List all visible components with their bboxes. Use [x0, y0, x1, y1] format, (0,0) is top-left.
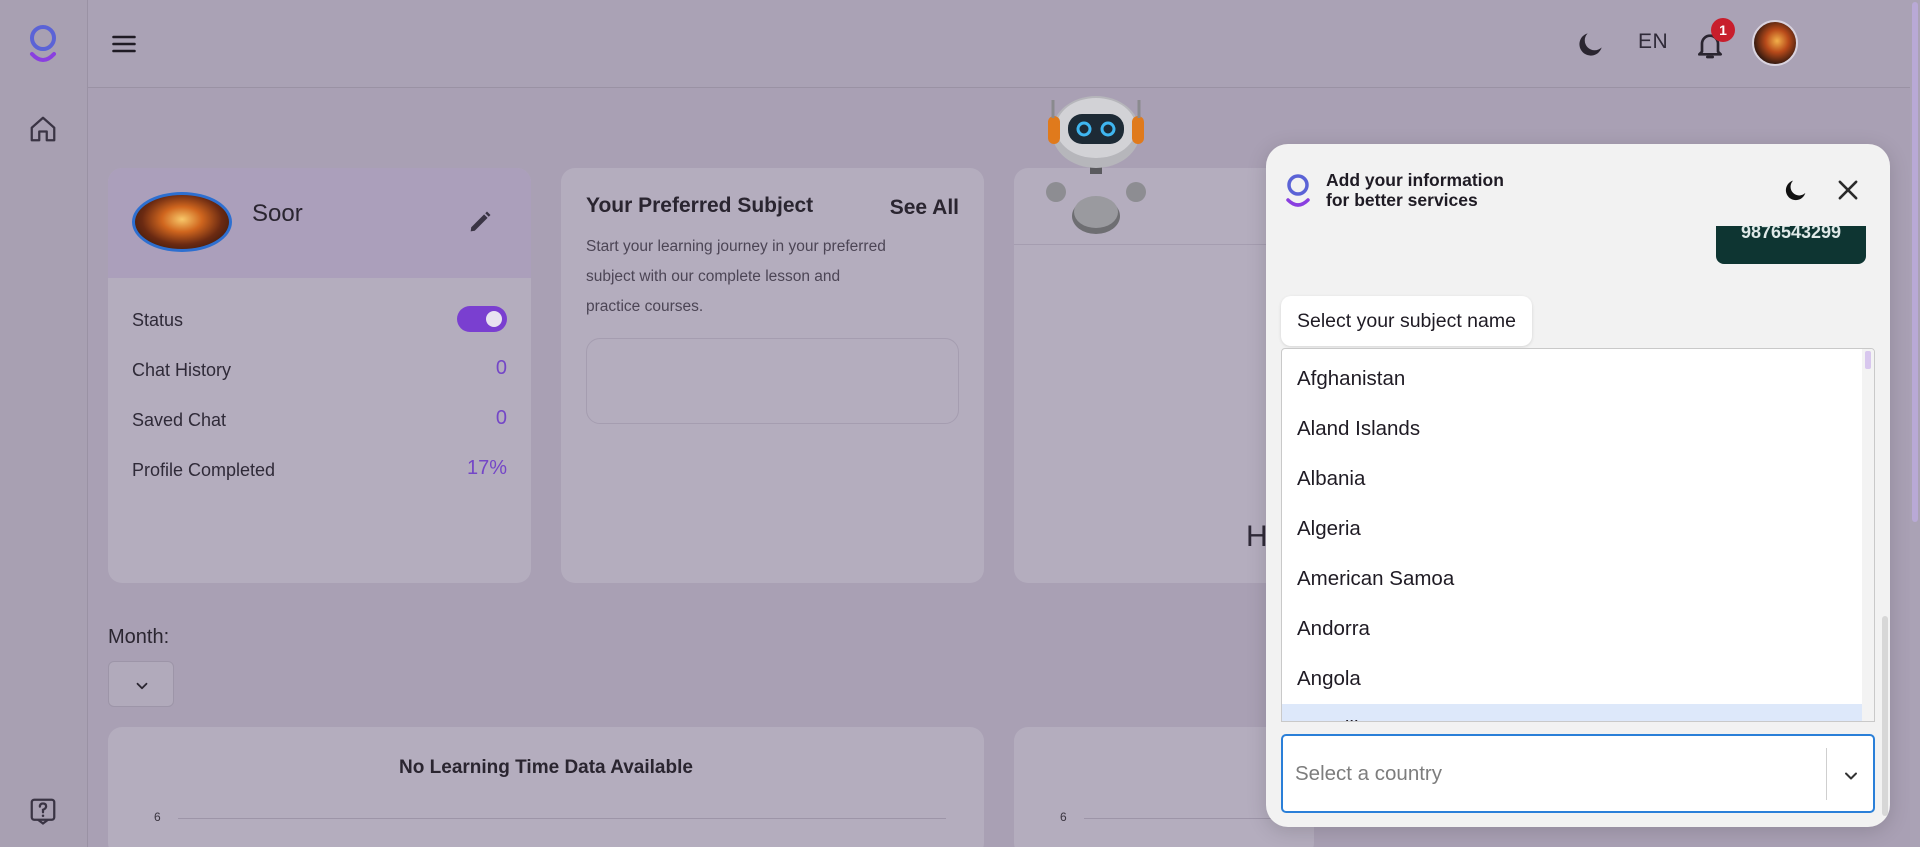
dark-mode-icon[interactable] [1575, 28, 1607, 60]
preferred-subject-placeholder [586, 338, 959, 424]
profile-name: Soor [252, 200, 303, 227]
profile-avatar [132, 192, 232, 252]
sidebar [0, 0, 88, 847]
subject-prompt-message: Select your subject name [1281, 296, 1532, 346]
chat-history-row: Chat History 0 [132, 357, 507, 381]
month-select[interactable] [108, 661, 174, 707]
chart-tick-label: 6 [154, 810, 161, 824]
chat-history-value: 0 [495, 357, 507, 379]
see-all-link[interactable]: See All [890, 196, 959, 220]
chart-tick-label: 6 [1060, 810, 1067, 824]
app-logo-icon[interactable] [27, 22, 59, 66]
profile-completed-label: Profile Completed [132, 460, 276, 480]
preferred-subject-card: Your Preferred Subject See All Start you… [561, 168, 984, 583]
profile-completed-value: 17% [466, 457, 507, 479]
user-avatar[interactable] [1752, 20, 1798, 66]
help-icon[interactable] [28, 796, 58, 826]
chat-card-partial-text: H [1246, 520, 1268, 553]
modal-title: Add your information for better services [1326, 170, 1504, 210]
chevron-down-icon [136, 682, 148, 690]
robot-mascot-icon [1046, 96, 1146, 234]
preferred-subject-title: Your Preferred Subject [586, 194, 814, 217]
country-option[interactable]: Angola [1282, 654, 1862, 704]
country-option[interactable]: Andorra [1282, 604, 1862, 654]
preferred-subject-description: Start your learning journey in your pref… [586, 238, 886, 315]
add-information-modal: Add your information for better services… [1266, 144, 1890, 827]
country-option-highlighted[interactable]: Anguilla [1282, 704, 1862, 721]
modal-title-line-2: for better services [1326, 190, 1478, 210]
country-dropdown-list[interactable]: Afghanistan Aland Islands Albania Algeri… [1281, 348, 1875, 722]
notification-badge: 1 [1711, 18, 1735, 42]
modal-scrollbar[interactable] [1880, 144, 1890, 827]
country-select[interactable]: Select a country [1281, 734, 1875, 813]
home-icon[interactable] [28, 114, 58, 144]
edit-icon[interactable] [466, 208, 494, 236]
phone-number-text: 9876543299 [1740, 226, 1842, 242]
country-option[interactable]: American Samoa [1282, 554, 1862, 604]
modal-title-line-1: Add your information [1326, 170, 1504, 190]
profile-card: Soor Status Chat History 0 Saved Chat 0 … [108, 168, 531, 583]
country-option[interactable]: Albania [1282, 454, 1862, 504]
select-separator [1826, 748, 1827, 800]
dropdown-scrollbar[interactable] [1862, 349, 1874, 721]
dark-mode-icon[interactable] [1782, 176, 1810, 204]
phone-number-message: 9876543299 [1716, 226, 1866, 264]
status-row: Status [132, 306, 507, 332]
app-logo-icon [1286, 174, 1310, 207]
chart-gridline [178, 818, 946, 819]
language-selector[interactable]: EN [1638, 30, 1668, 54]
country-option[interactable]: Afghanistan [1282, 354, 1862, 404]
month-label: Month: [108, 626, 170, 648]
profile-header: Soor [108, 168, 531, 278]
country-select-placeholder: Select a country [1295, 762, 1442, 785]
learning-time-chart: No Learning Time Data Available 6 [108, 727, 984, 847]
profile-completed-row: Profile Completed 17% [132, 457, 507, 481]
status-toggle[interactable] [457, 306, 507, 332]
saved-chat-value: 0 [495, 407, 507, 429]
status-label: Status [132, 310, 184, 330]
country-option[interactable]: Algeria [1282, 504, 1862, 554]
chart-title: No Learning Time Data Available [399, 757, 693, 778]
menu-icon[interactable] [110, 30, 138, 58]
page-scrollbar[interactable] [1910, 0, 1920, 847]
country-option[interactable]: Aland Islands [1282, 404, 1862, 454]
chat-history-label: Chat History [132, 360, 232, 380]
saved-chat-label: Saved Chat [132, 410, 227, 430]
saved-chat-row: Saved Chat 0 [132, 407, 507, 431]
chevron-down-icon[interactable] [1841, 766, 1861, 786]
close-icon[interactable] [1834, 176, 1862, 204]
